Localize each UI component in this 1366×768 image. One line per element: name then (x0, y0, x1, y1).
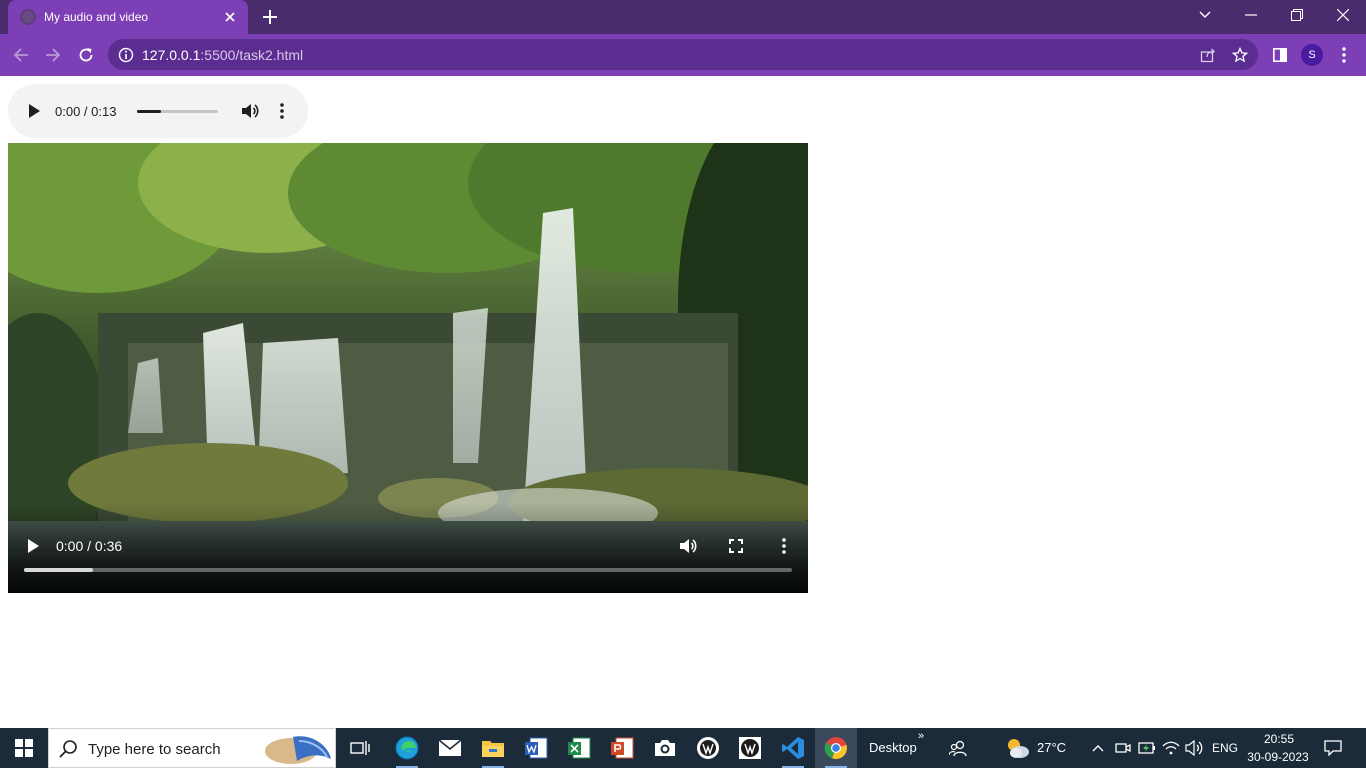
vscode-icon[interactable] (772, 728, 814, 768)
minimize-icon[interactable] (1228, 0, 1274, 30)
task-view-icon[interactable] (339, 728, 381, 768)
desktop-toolbar-label[interactable]: Desktop (869, 740, 917, 755)
audio-play-icon[interactable] (24, 101, 44, 121)
meet-now-icon[interactable] (1113, 738, 1133, 758)
mail-icon[interactable] (429, 728, 471, 768)
word-icon[interactable] (515, 728, 557, 768)
wordpress-alt-icon[interactable] (729, 728, 771, 768)
search-placeholder: Type here to search (88, 741, 221, 758)
back-arrow-icon[interactable] (9, 43, 33, 67)
audio-volume-icon[interactable] (240, 101, 260, 121)
url-text: 127.0.0.1:5500/task2.html (142, 47, 303, 63)
video-play-icon[interactable] (22, 535, 44, 557)
video-volume-icon[interactable] (676, 534, 700, 558)
weather-partly-cloudy-icon[interactable] (1004, 738, 1032, 758)
address-bar[interactable]: 127.0.0.1:5500/task2.html (108, 39, 1258, 70)
file-explorer-icon[interactable] (472, 728, 514, 768)
tab-search-chevron-icon[interactable] (1182, 0, 1228, 30)
share-icon[interactable] (1198, 45, 1218, 65)
bookmark-star-icon[interactable] (1230, 45, 1250, 65)
fullscreen-icon[interactable] (724, 534, 748, 558)
clock-date[interactable]: 30-09-2023 (1243, 750, 1313, 764)
site-info-icon[interactable] (116, 45, 136, 65)
audio-progress-bar[interactable] (137, 110, 218, 113)
kebab-menu-icon[interactable] (1333, 44, 1355, 66)
video-buffered-fill (24, 568, 94, 572)
profile-avatar[interactable]: S (1301, 44, 1323, 66)
edge-icon[interactable] (386, 728, 428, 768)
browser-tab[interactable]: My audio and video (8, 0, 248, 34)
wifi-icon[interactable] (1161, 738, 1181, 758)
url-path: :5500/task2.html (200, 47, 304, 63)
search-icon (59, 740, 77, 758)
people-icon[interactable] (948, 738, 968, 758)
clock-time[interactable]: 20:55 (1249, 732, 1309, 746)
video-more-options-icon[interactable] (772, 534, 796, 558)
excel-icon[interactable] (558, 728, 600, 768)
chrome-icon[interactable] (815, 728, 857, 768)
video-progress-bar[interactable] (24, 568, 792, 572)
audio-buffered-fill (137, 110, 162, 113)
forward-arrow-icon[interactable] (41, 43, 65, 67)
close-window-icon[interactable] (1320, 0, 1366, 30)
video-time: 0:00 / 0:36 (56, 538, 123, 554)
camera-icon[interactable] (644, 728, 686, 768)
close-tab-icon[interactable] (222, 9, 238, 25)
weather-temperature[interactable]: 27°C (1037, 740, 1066, 755)
battery-charging-icon[interactable] (1137, 738, 1157, 758)
new-tab-icon[interactable] (258, 5, 282, 29)
powerpoint-icon[interactable] (601, 728, 643, 768)
audio-player[interactable]: 0:00 / 0:13 (8, 84, 308, 138)
taskbar-search-box[interactable]: Type here to search (48, 728, 336, 768)
globe-icon (20, 9, 36, 25)
tab-title: My audio and video (44, 10, 149, 24)
taskbar: Type here to search Desktop » 27°C ENG 2… (0, 728, 1366, 768)
browser-toolbar: 127.0.0.1:5500/task2.html S (0, 34, 1366, 76)
search-highlight-illustration-icon (265, 736, 331, 764)
volume-icon[interactable] (1184, 738, 1204, 758)
restore-icon[interactable] (1274, 0, 1320, 30)
input-language[interactable]: ENG (1212, 741, 1238, 755)
notification-center-icon[interactable] (1323, 738, 1343, 758)
audio-time: 0:00 / 0:13 (55, 104, 117, 119)
side-panel-icon[interactable] (1269, 44, 1291, 66)
windows-start-icon[interactable] (0, 728, 48, 768)
tray-overflow-chevron-icon[interactable] (1088, 738, 1108, 758)
desktop-toolbar-chevron-icon[interactable]: » (918, 730, 924, 742)
url-host: 127.0.0.1 (142, 47, 201, 63)
wordpress-icon[interactable] (687, 728, 729, 768)
video-player[interactable]: 0:00 / 0:36 (8, 143, 808, 593)
reload-icon[interactable] (74, 43, 98, 67)
audio-more-options-icon[interactable] (272, 101, 292, 121)
tab-strip: My audio and video (0, 0, 1366, 34)
